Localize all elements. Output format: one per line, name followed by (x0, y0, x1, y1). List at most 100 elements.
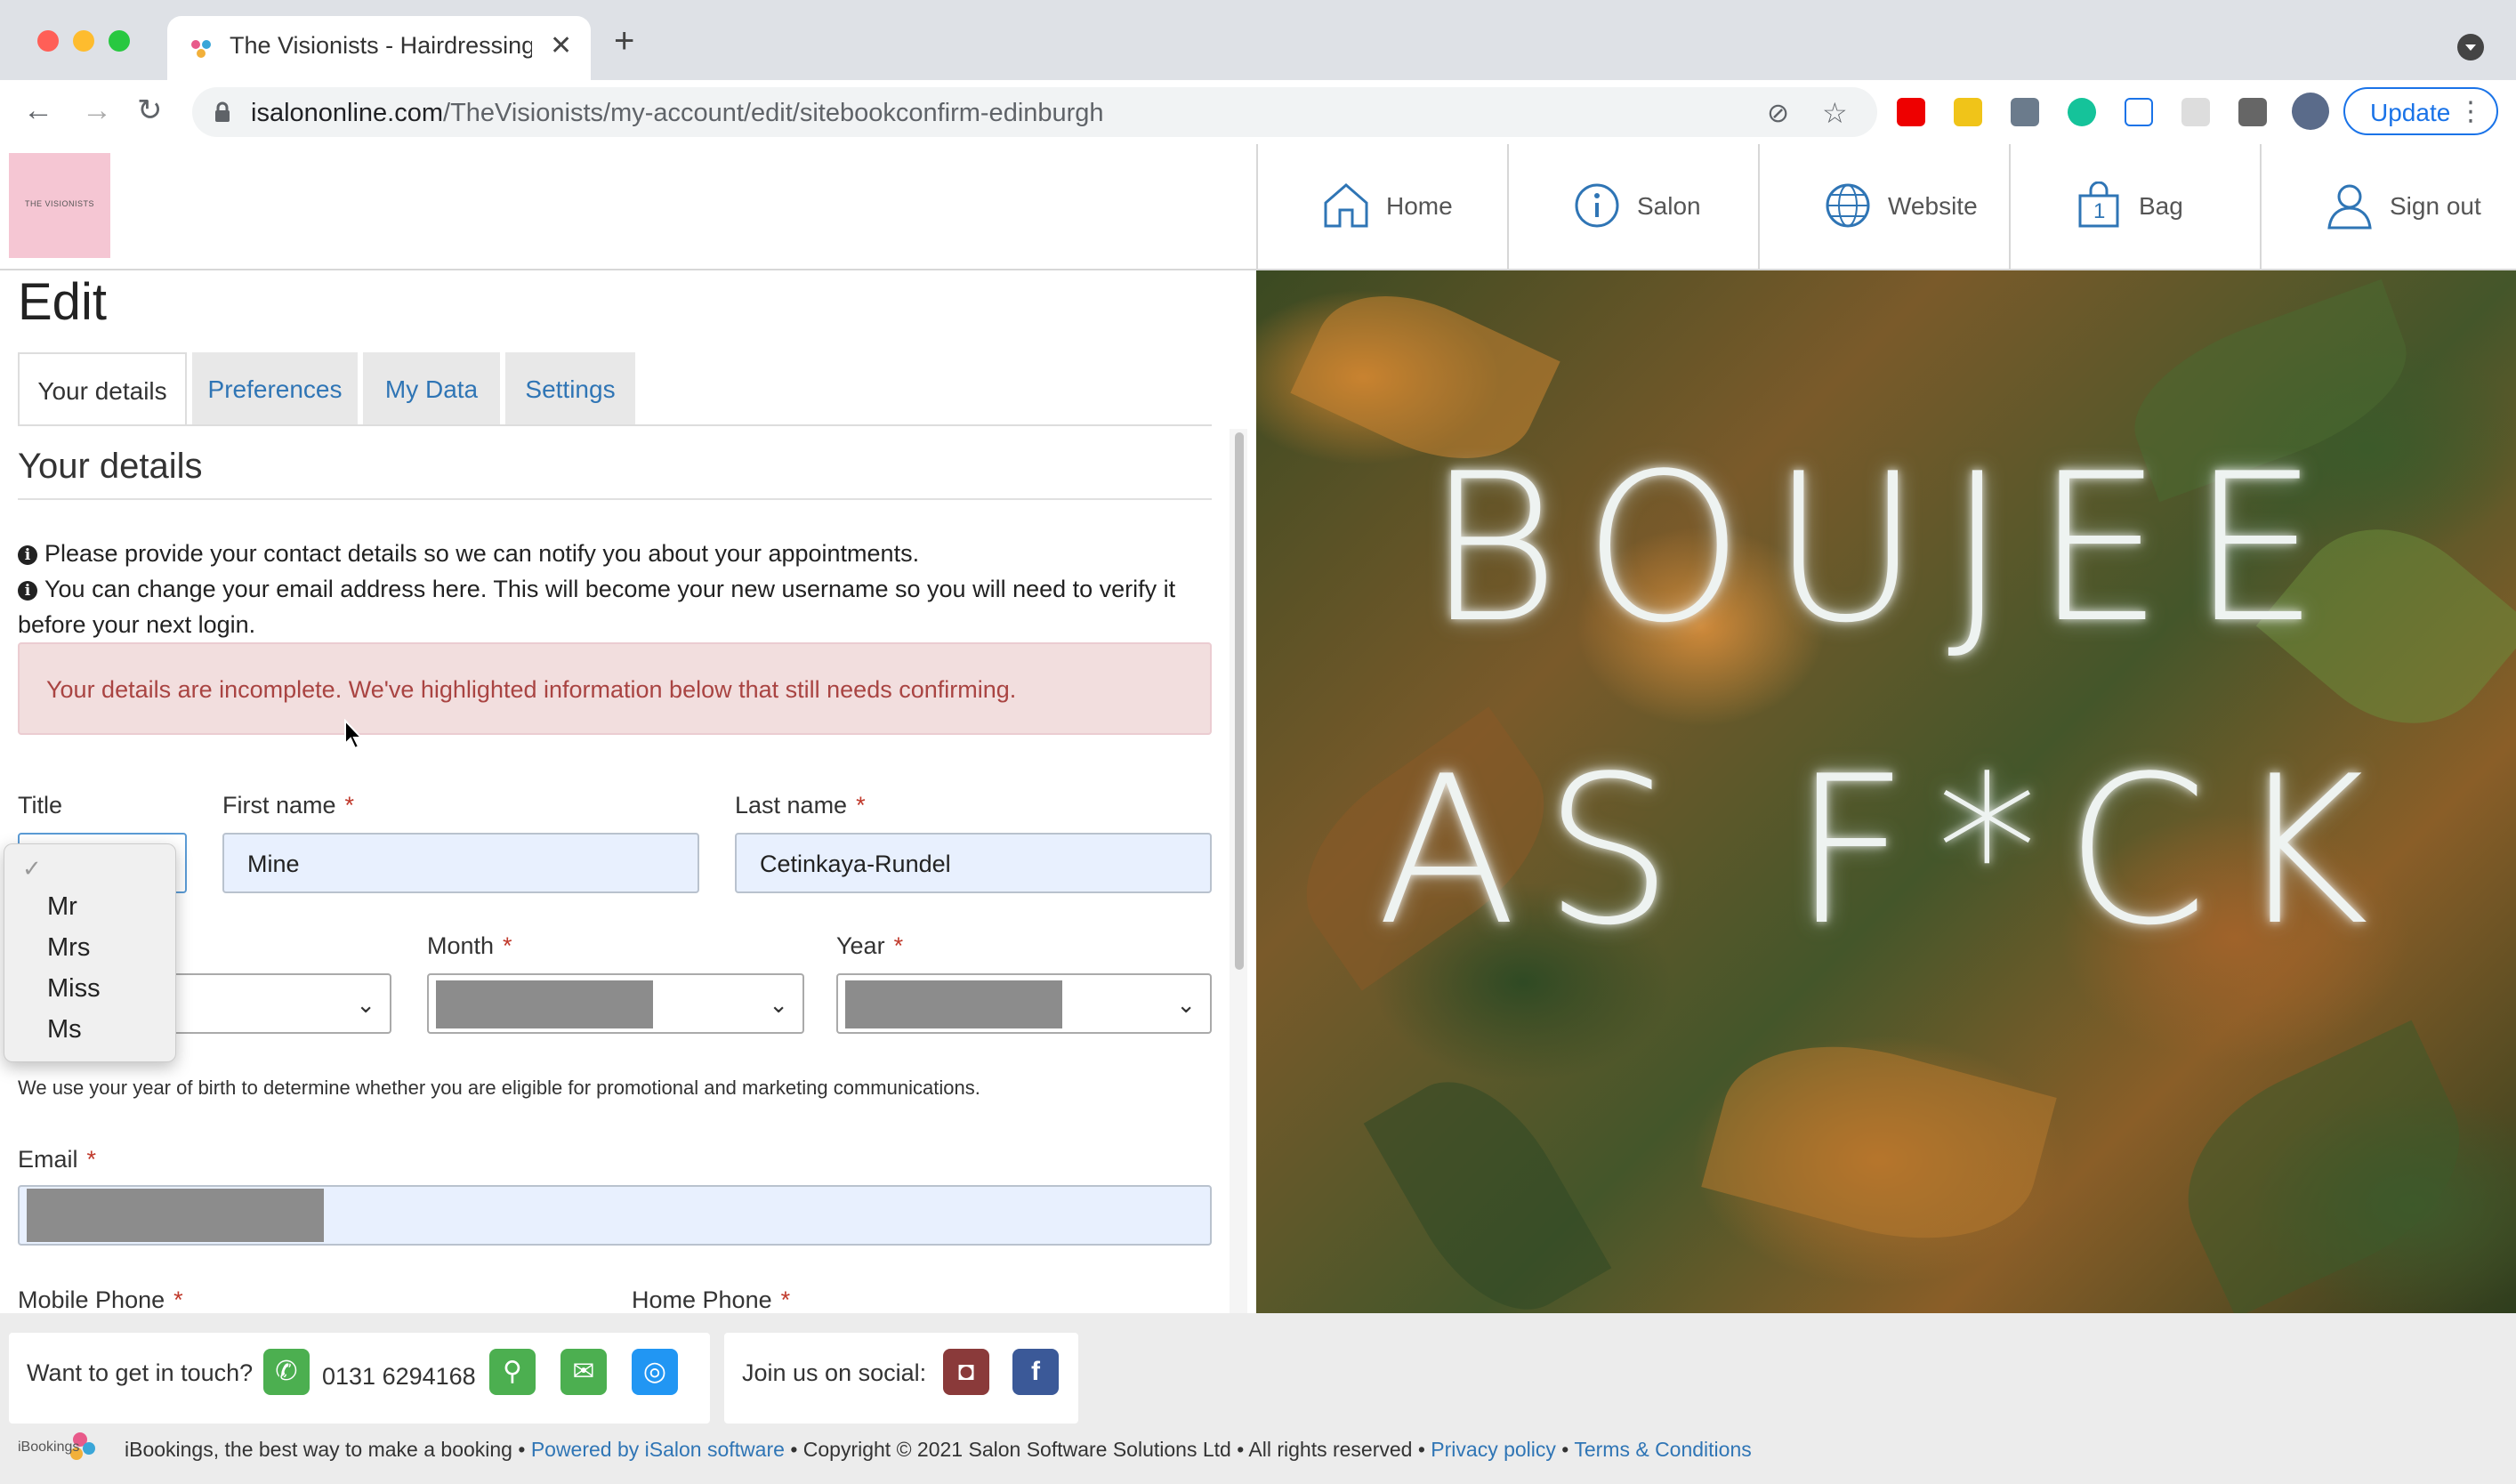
check-icon: ✓ (22, 855, 42, 882)
mobile-phone-label-text: Mobile Phone (18, 1286, 165, 1313)
year-select[interactable]: ⌄ (836, 973, 1212, 1034)
nav-home[interactable]: Home (1256, 144, 1505, 269)
email-field[interactable] (18, 1185, 1212, 1246)
nav-website[interactable]: Website (1758, 144, 2007, 269)
update-button[interactable]: Update ⋮ (2343, 87, 2498, 135)
site-footer: Want to get in touch? ✆ 0131 6294168 ⚲ ✉… (0, 1313, 2516, 1484)
address-bar[interactable]: isalononline.com/TheVisionists/my-accoun… (192, 87, 1877, 137)
month-select[interactable]: ⌄ (427, 973, 804, 1034)
section-title: Your details (18, 447, 203, 486)
notes-extension-icon[interactable] (1954, 98, 1982, 126)
tab-preferences-label: Preferences (207, 375, 343, 403)
info-message-email: i You can change your email address here.… (18, 571, 1210, 642)
footer-separator: • (1561, 1438, 1569, 1461)
website-globe-icon[interactable]: ◎ (632, 1349, 678, 1395)
first-name-label-text: First name (222, 792, 336, 819)
globe-icon (1824, 181, 1872, 230)
info-message-notifications: i Please provide your contact details so … (18, 536, 1210, 571)
privacy-policy-link[interactable]: Privacy policy (1431, 1438, 1556, 1461)
close-tab-icon[interactable]: ✕ (550, 30, 572, 61)
leaf-shape (1701, 1014, 2057, 1270)
footer-legal-text: iBookings, the best way to make a bookin… (125, 1438, 1752, 1462)
close-window-button[interactable] (37, 30, 59, 52)
salon-logo[interactable]: THE VISIONISTS (9, 153, 110, 258)
blocked-cookie-icon[interactable]: ⊘ (1767, 98, 1789, 129)
site-favicon-icon (189, 36, 214, 60)
tab-my-data[interactable]: My Data (363, 352, 500, 425)
powered-by-link[interactable]: Powered by iSalon software (531, 1438, 785, 1461)
browser-tab-bar: The Visionists - Hairdressing a ✕ + (0, 0, 2516, 80)
last-name-value: Cetinkaya-Rundel (760, 851, 951, 877)
tab-your-details[interactable]: Your details (18, 352, 187, 425)
contact-label: Want to get in touch? (27, 1359, 254, 1386)
last-name-label: Last name * (735, 792, 866, 819)
home-icon (1322, 181, 1370, 230)
profile-avatar[interactable] (2292, 93, 2329, 130)
nav-signout[interactable]: Sign out (2260, 144, 2516, 269)
phone-number[interactable]: 0131 6294168 (322, 1363, 476, 1391)
chevron-down-icon: ⌄ (1176, 991, 1196, 1018)
first-name-value: Mine (247, 851, 300, 877)
home-phone-label: Home Phone * (632, 1286, 790, 1314)
new-tab-icon[interactable]: + (614, 23, 634, 59)
info-text-2: You can change your email address here. … (18, 576, 1176, 638)
neon-text-line-2: AS F*CK (1376, 733, 2396, 971)
title-dropdown-menu[interactable]: ✓ Mr Mrs Miss Ms (4, 843, 176, 1062)
logo-text: THE VISIONISTS (24, 199, 94, 208)
year-label: Year * (836, 932, 903, 960)
nav-home-label: Home (1386, 192, 1453, 220)
info-circle-icon: i (18, 545, 37, 565)
ibookings-logo-text: iBookings (18, 1440, 80, 1455)
ibookings-logo[interactable]: iBookings (14, 1424, 96, 1472)
title-option-ms[interactable]: Ms (47, 1015, 82, 1044)
grammarly-extension-icon[interactable] (2068, 98, 2096, 126)
nav-website-label: Website (1888, 192, 1978, 220)
tab-my-data-label: My Data (384, 375, 479, 403)
minimize-window-button[interactable] (73, 30, 94, 52)
url-host: isalononline.com (251, 99, 444, 127)
leaf-shape (1363, 1052, 1612, 1313)
bookmark-star-icon[interactable]: ☆ (1822, 96, 1848, 130)
first-name-field[interactable]: Mine (222, 833, 699, 893)
nav-salon[interactable]: Salon (1507, 144, 1756, 269)
hero-neon-sign-image: BOUJEE AS F*CK (1256, 270, 2516, 1313)
year-label-text: Year (836, 932, 885, 959)
title-option-mr[interactable]: Mr (47, 892, 77, 922)
map-pin-icon[interactable]: ⚲ (489, 1349, 536, 1395)
title-option-miss[interactable]: Miss (47, 974, 101, 1004)
extensions-puzzle-icon[interactable] (2238, 98, 2267, 126)
instagram-icon[interactable]: ◘ (943, 1349, 989, 1395)
reload-icon[interactable]: ↻ (137, 93, 163, 128)
update-button-label: Update (2370, 99, 2451, 126)
facebook-icon[interactable]: f (1012, 1349, 1059, 1395)
forward-icon[interactable]: → (82, 93, 112, 128)
adblock-extension-icon[interactable] (1897, 98, 1925, 126)
nav-bag[interactable]: 1 Bag (2009, 144, 2258, 269)
title-option-mrs[interactable]: Mrs (47, 933, 90, 963)
maximize-window-button[interactable] (109, 30, 130, 52)
nav-bag-label: Bag (2139, 192, 2183, 220)
page-title: Edit (18, 273, 107, 331)
more-menu-icon[interactable]: ⋮ (2457, 96, 2484, 127)
tab-your-details-label: Your details (37, 377, 167, 405)
last-name-field[interactable]: Cetinkaya-Rundel (735, 833, 1212, 893)
browser-tab[interactable]: The Visionists - Hairdressing a ✕ (167, 16, 591, 80)
email-icon[interactable]: ✉ (560, 1349, 607, 1395)
info-circle-icon: i (18, 581, 37, 601)
tab-preferences[interactable]: Preferences (192, 352, 358, 425)
tool-extension-icon[interactable] (2011, 98, 2039, 126)
tab-settings[interactable]: Settings (505, 352, 635, 425)
document-extension-icon[interactable] (2181, 98, 2210, 126)
phone-icon[interactable]: ✆ (263, 1349, 310, 1395)
drive-extension-icon[interactable] (2125, 98, 2153, 126)
terms-link[interactable]: Terms & Conditions (1574, 1438, 1751, 1461)
scrollbar-thumb[interactable] (1235, 432, 1244, 970)
bag-count: 1 (2093, 199, 2106, 223)
back-icon[interactable]: ← (23, 93, 53, 128)
chevron-down-icon: ⌄ (356, 991, 375, 1018)
first-name-label: First name * (222, 792, 354, 819)
tab-search-icon[interactable] (2457, 34, 2484, 60)
url-text: isalononline.com/TheVisionists/my-accoun… (251, 99, 1104, 128)
title-label: Title (18, 792, 62, 819)
url-path: /TheVisionists/my-account/edit/sitebookc… (443, 99, 1104, 127)
